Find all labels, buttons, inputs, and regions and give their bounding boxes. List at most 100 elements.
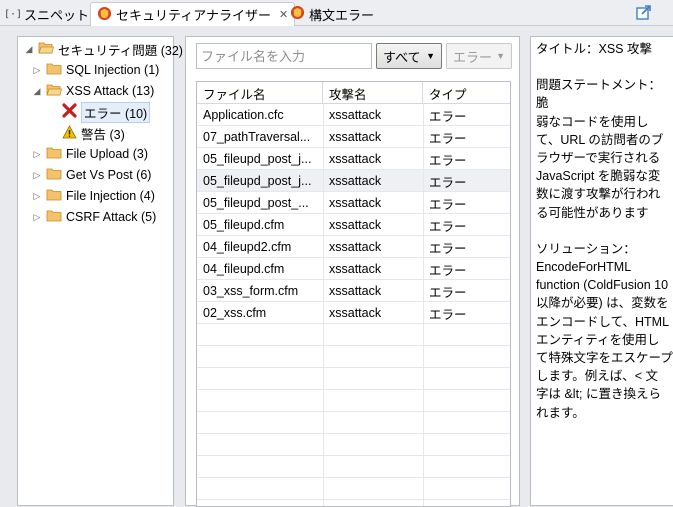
table-row-empty <box>197 324 510 346</box>
tree-root[interactable]: ◢ セキュリティ問題 (32) <box>24 39 183 59</box>
table-row[interactable]: 02_xss.cfm xssattack エラー <box>197 302 510 324</box>
issue-detail-panel: タイトル：XSS 攻撃 問題ステートメント：脆 弱なコードを使用し て、URL … <box>530 36 673 506</box>
tree-item-label: File Upload (3) <box>66 147 148 161</box>
error-icon <box>62 103 77 121</box>
table-row[interactable]: 04_fileupd.cfm xssattack エラー <box>197 258 510 280</box>
cell-type: エラー <box>429 263 467 278</box>
issue-solution: ソリューション： EncodeForHTML function (ColdFus… <box>536 241 673 420</box>
security-analyzer-icon <box>97 6 112 24</box>
tree-item-file-injection[interactable]: ▷ File Injection (4) <box>32 186 155 206</box>
tree-root-label: セキュリティ問題 (32) <box>58 43 183 58</box>
table-row[interactable]: 05_fileupd_post_... xssattack エラー <box>197 192 510 214</box>
table-row[interactable]: 05_fileupd.cfm xssattack エラー <box>197 214 510 236</box>
cell-type: エラー <box>429 109 467 124</box>
folder-icon <box>46 62 62 78</box>
tab-syntax-errors[interactable]: 構文エラー <box>284 2 380 26</box>
tree-item-csrf-attack[interactable]: ▷ CSRF Attack (5) <box>32 207 157 227</box>
issue-statement: 問題ステートメント：脆 弱なコードを使用し て、URL の訪問者のブ ラウザーで… <box>536 78 664 220</box>
issue-tree: ◢ セキュリティ問題 (32) ▷ SQL Injection (1) ◢ XS… <box>17 36 183 506</box>
view-tab-bar: [·] スニペット セキュリティアナライザー ✕ 構文エラー <box>0 0 673 26</box>
severity-select-value: エラー <box>453 49 493 65</box>
tree-item-xss-attack[interactable]: ◢ XSS Attack (13) <box>32 81 155 101</box>
cell-filename: 05_fileupd_post_... <box>203 196 309 210</box>
tree-item-file-upload[interactable]: ▷ File Upload (3) <box>32 144 148 164</box>
cell-attack: xssattack <box>329 240 382 254</box>
tab-security-analyzer-label: セキュリティアナライザー <box>116 8 271 23</box>
cell-type: エラー <box>429 307 467 322</box>
cell-type: エラー <box>429 241 467 256</box>
folder-open-icon <box>46 83 63 99</box>
table-row-empty <box>197 412 510 434</box>
folder-icon <box>46 146 62 162</box>
expand-right-icon[interactable]: ▷ <box>32 212 42 223</box>
cell-filename: 07_pathTraversal... <box>203 130 311 144</box>
cell-filename: 02_xss.cfm <box>203 306 267 320</box>
tab-snippets[interactable]: [·] スニペット <box>0 2 95 26</box>
cell-type: エラー <box>429 197 467 212</box>
table-header: ファイル名 攻撃名 タイプ <box>197 82 510 104</box>
table-row[interactable]: 07_pathTraversal... xssattack エラー <box>197 126 510 148</box>
cell-type: エラー <box>429 175 467 190</box>
cell-attack: xssattack <box>329 174 382 188</box>
security-analyzer-view: ◢ セキュリティ問題 (32) ▷ SQL Injection (1) ◢ XS… <box>0 26 673 507</box>
table-row[interactable]: 03_xss_form.cfm xssattack エラー <box>197 280 510 302</box>
tree-item-xss-errors[interactable]: エラー (10) <box>62 101 151 123</box>
tree-item-label: 警告 (3) <box>81 127 125 142</box>
cell-filename: Application.cfc <box>203 108 284 122</box>
table-row[interactable]: 04_fileupd2.cfm xssattack エラー <box>197 236 510 258</box>
table-row-empty <box>197 456 510 478</box>
folder-icon <box>46 167 62 183</box>
cell-type: エラー <box>429 285 467 300</box>
table-row-empty <box>197 434 510 456</box>
cell-attack: xssattack <box>329 196 382 210</box>
snippet-icon: [·] <box>3 8 23 20</box>
issue-table: ファイル名 攻撃名 タイプ Application.cfc xssattack エラ… <box>196 81 511 507</box>
table-row-empty <box>197 390 510 412</box>
scope-select-value: すべて <box>383 49 421 65</box>
table-row[interactable]: 05_fileupd_post_j... xssattack エラー <box>197 148 510 170</box>
filename-search-input[interactable] <box>196 43 372 69</box>
cell-filename: 05_fileupd_post_j... <box>203 174 312 188</box>
tree-item-label: Get Vs Post (6) <box>66 168 152 182</box>
tree-item-label: CSRF Attack (5) <box>66 210 157 224</box>
tab-snippets-label: スニペット <box>24 7 90 23</box>
column-header-filename[interactable]: ファイル名 <box>197 82 323 104</box>
cell-type: エラー <box>429 153 467 168</box>
cell-attack: xssattack <box>329 108 382 122</box>
expand-right-icon[interactable]: ▷ <box>32 170 42 181</box>
cell-type: エラー <box>429 219 467 234</box>
expand-down-icon[interactable]: ◢ <box>32 86 42 97</box>
tree-item-label: XSS Attack (13) <box>66 84 155 98</box>
table-row[interactable]: Application.cfc xssattack エラー <box>197 104 510 126</box>
export-icon <box>636 5 651 20</box>
scope-select[interactable]: すべて ▼ <box>376 43 442 69</box>
cell-attack: xssattack <box>329 130 382 144</box>
severity-select: エラー ▼ <box>446 43 512 69</box>
expand-right-icon[interactable]: ▷ <box>32 65 42 76</box>
cell-filename: 03_xss_form.cfm <box>203 284 299 298</box>
syntax-error-icon <box>290 5 305 23</box>
cell-attack: xssattack <box>329 284 382 298</box>
cell-attack: xssattack <box>329 306 382 320</box>
column-header-attack[interactable]: 攻撃名 <box>323 82 423 104</box>
tab-syntax-errors-label: 構文エラー <box>309 7 375 23</box>
cell-filename: 04_fileupd.cfm <box>203 262 285 276</box>
tree-item-get-vs-post[interactable]: ▷ Get Vs Post (6) <box>32 165 152 185</box>
table-row-empty <box>197 346 510 368</box>
cell-filename: 05_fileupd.cfm <box>203 218 285 232</box>
table-row[interactable]: 05_fileupd_post_j... xssattack エラー <box>197 170 510 192</box>
chevron-down-icon: ▼ <box>496 51 505 61</box>
tab-security-analyzer[interactable]: セキュリティアナライザー ✕ <box>90 2 296 26</box>
expand-right-icon[interactable]: ▷ <box>32 149 42 160</box>
tree-item-xss-warnings[interactable]: 警告 (3) <box>62 123 125 143</box>
cell-attack: xssattack <box>329 262 382 276</box>
tree-item-sql-injection[interactable]: ▷ SQL Injection (1) <box>32 60 160 80</box>
cell-filename: 05_fileupd_post_j... <box>203 152 312 166</box>
chevron-down-icon: ▼ <box>426 51 435 61</box>
column-header-type[interactable]: タイプ <box>423 82 510 104</box>
expand-right-icon[interactable]: ▷ <box>32 191 42 202</box>
column-divider <box>423 104 424 506</box>
table-row-empty <box>197 478 510 500</box>
export-button[interactable] <box>635 4 653 22</box>
expand-down-icon[interactable]: ◢ <box>24 44 34 55</box>
